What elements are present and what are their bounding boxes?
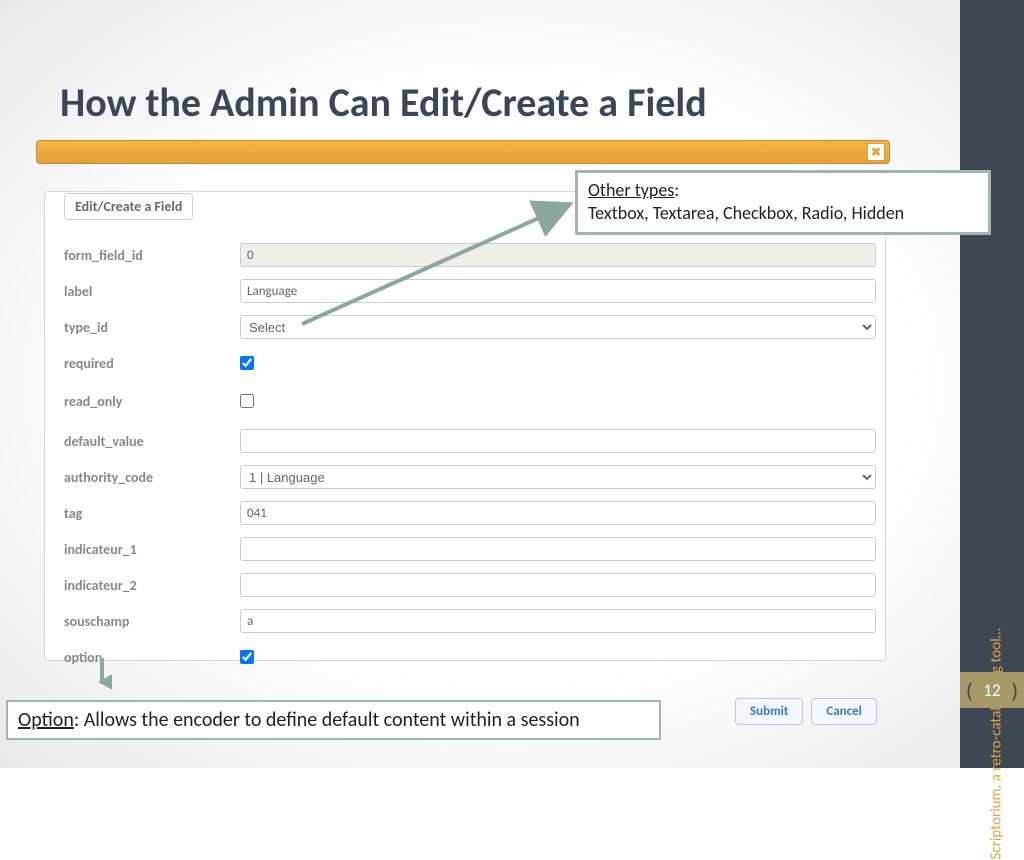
notification-bar: ✖ bbox=[36, 140, 890, 164]
row-form-field-id: form_field_id bbox=[64, 240, 876, 270]
label-form-field-id: form_field_id bbox=[64, 247, 240, 264]
callout-option: Option: Allows the encoder to define def… bbox=[6, 700, 661, 740]
callout-types-head: Other types bbox=[588, 179, 674, 201]
select-authority-code[interactable]: 1 | Language bbox=[240, 465, 876, 489]
row-label: label bbox=[64, 276, 876, 306]
row-option: option bbox=[64, 642, 876, 672]
row-authority-code: authority_code 1 | Language bbox=[64, 462, 876, 492]
callout-types-body: Textbox, Textarea, Checkbox, Radio, Hidd… bbox=[588, 202, 904, 224]
submit-button[interactable]: Submit bbox=[735, 698, 803, 725]
input-form-field-id bbox=[240, 243, 876, 267]
row-required: required bbox=[64, 348, 876, 378]
input-indicateur-2[interactable] bbox=[240, 573, 876, 597]
checkbox-option[interactable] bbox=[240, 650, 254, 664]
page-number: 12 bbox=[960, 672, 1024, 708]
cancel-button[interactable]: Cancel bbox=[811, 698, 876, 725]
label-option: option bbox=[64, 649, 240, 666]
footer-text: Scriptorium, a retro-cataloguing tool… bbox=[988, 628, 1006, 860]
row-indicateur-2: indicateur_2 bbox=[64, 570, 876, 600]
callout-option-head: Option bbox=[18, 708, 74, 732]
row-indicateur-1: indicateur_1 bbox=[64, 534, 876, 564]
slide-content: How the Admin Can Edit/Create a Field ✖ … bbox=[0, 0, 960, 768]
row-default-value: default_value bbox=[64, 426, 876, 456]
label-required: required bbox=[64, 355, 240, 372]
input-default-value[interactable] bbox=[240, 429, 876, 453]
form-buttons: Submit Cancel bbox=[735, 698, 877, 725]
slide-title: How the Admin Can Edit/Create a Field bbox=[60, 78, 707, 127]
label-souschamp: souschamp bbox=[64, 613, 240, 630]
row-read-only: read_only bbox=[64, 386, 876, 416]
input-souschamp[interactable] bbox=[240, 609, 876, 633]
select-type-id[interactable]: Select bbox=[240, 315, 876, 339]
checkbox-read-only[interactable] bbox=[240, 394, 254, 408]
row-souschamp: souschamp bbox=[64, 606, 876, 636]
input-indicateur-1[interactable] bbox=[240, 537, 876, 561]
checkbox-required[interactable] bbox=[240, 356, 254, 370]
close-icon[interactable]: ✖ bbox=[867, 143, 885, 161]
label-authority-code: authority_code bbox=[64, 469, 240, 486]
label-tag: tag bbox=[64, 505, 240, 522]
row-type-id: type_id Select bbox=[64, 312, 876, 342]
label-indicateur-2: indicateur_2 bbox=[64, 577, 240, 594]
label-read-only: read_only bbox=[64, 393, 240, 410]
input-label[interactable] bbox=[240, 279, 876, 303]
sidebar-stripe: Scriptorium, a retro-cataloguing tool… 1… bbox=[960, 0, 1024, 768]
input-tag[interactable] bbox=[240, 501, 876, 525]
label-type-id: type_id bbox=[64, 319, 240, 336]
label-label: label bbox=[64, 283, 240, 300]
label-default-value: default_value bbox=[64, 433, 240, 450]
panel-legend: Edit/Create a Field bbox=[64, 193, 193, 220]
row-tag: tag bbox=[64, 498, 876, 528]
label-indicateur-1: indicateur_1 bbox=[64, 541, 240, 558]
callout-other-types: Other types: Textbox, Textarea, Checkbox… bbox=[575, 170, 991, 235]
